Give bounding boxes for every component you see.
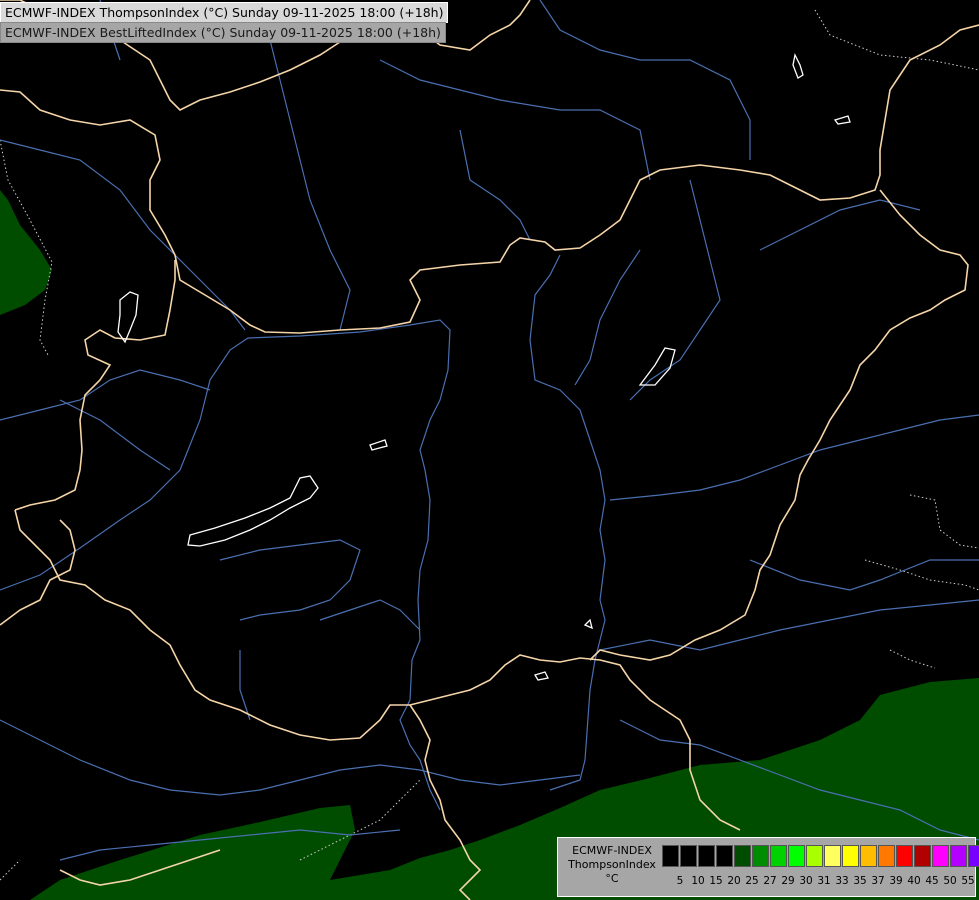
legend-swatch [752,845,769,867]
legend-index-label: ThompsonIndex [568,858,656,871]
legend-swatch [806,845,823,867]
legend-ticks: 51015202527293031333537394045505560 [662,875,979,887]
weather-map [0,0,979,900]
legend-swatch [770,845,787,867]
legend-tick-label: 5 [676,875,684,887]
legend-swatch [662,845,679,867]
legend-tick-label: 25 [745,875,759,887]
legend-swatch [896,845,913,867]
legend-tick-label: 27 [763,875,777,887]
legend-tick-label: 37 [871,875,885,887]
legend-tick-label: 29 [781,875,795,887]
legend-unit-label: °C [605,872,619,885]
legend-swatch [860,845,877,867]
legend-swatch [878,845,895,867]
legend-swatch [824,845,841,867]
legend-tick-label: 50 [943,875,957,887]
legend-tick-label: 39 [889,875,903,887]
title-forecast-bestlifted: ECMWF-INDEX BestLiftedIndex (°C) Sunday … [0,22,446,43]
legend-tick-label: 45 [925,875,939,887]
legend-model-label: ECMWF-INDEX [572,844,652,857]
color-legend: ECMWF-INDEX ThompsonIndex °C 5 10 15 20 25 27… [557,837,979,897]
legend-tick-label: 40 [907,875,921,887]
legend-tick-label: 20 [727,875,741,887]
legend-tick-label: 30 [799,875,813,887]
legend-swatch [716,845,733,867]
legend-swatch [950,845,967,867]
legend-tick-label: 55 [961,875,975,887]
legend-swatch [842,845,859,867]
legend-tick-label: 15 [709,875,723,887]
legend-swatch [932,845,949,867]
legend-swatches [662,845,979,867]
legend-swatch [788,845,805,867]
legend-swatch [968,845,979,867]
legend-tick-label: 33 [835,875,849,887]
legend-swatch [680,845,697,867]
legend-tick-label: 10 [691,875,705,887]
title-forecast-thompson: ECMWF-INDEX ThompsonIndex (°C) Sunday 09… [0,2,449,23]
legend-tick-label: 35 [853,875,867,887]
legend-swatch [698,845,715,867]
legend-swatch [914,845,931,867]
legend-title: ECMWF-INDEX ThompsonIndex °C [562,844,662,886]
legend-tick-label: 31 [817,875,831,887]
legend-swatch [734,845,751,867]
